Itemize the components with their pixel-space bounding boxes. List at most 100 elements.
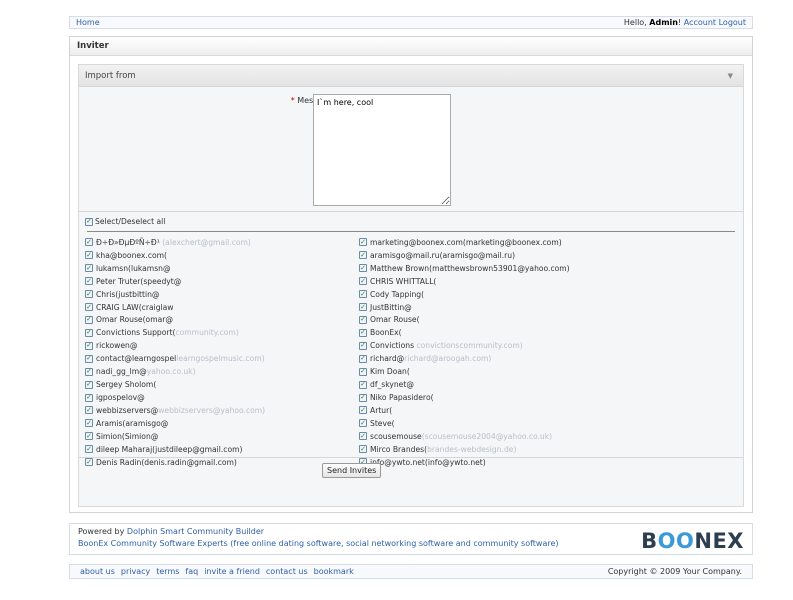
panel-title: Inviter: [70, 37, 752, 56]
contact-item[interactable]: ✓ Niko Papasiderо(: [359, 391, 649, 404]
contact-item[interactable]: ✓ Cody Tapping(: [359, 288, 649, 301]
boonex-experts-link[interactable]: BoonEx Community Software Experts: [78, 539, 228, 548]
logout-link[interactable]: Logout: [719, 18, 746, 27]
select-all-row[interactable]: ✓ Select/Deselect all: [85, 217, 165, 226]
divider: [79, 457, 743, 458]
contact-checkbox[interactable]: ✓: [359, 367, 367, 376]
contact-checkbox[interactable]: ✓: [85, 445, 93, 454]
contact-item[interactable]: ✓ Steve(: [359, 417, 649, 430]
footer-link[interactable]: privacy: [121, 567, 150, 576]
contact-checkbox[interactable]: ✓: [85, 328, 93, 337]
contact-item[interactable]: ✓ igpospelov@: [85, 391, 375, 404]
contact-checkbox[interactable]: ✓: [359, 432, 367, 441]
contact-checkbox[interactable]: ✓: [85, 393, 93, 402]
contact-item[interactable]: ✓ lukamsn(lukamsn@: [85, 262, 375, 275]
dolphin-link[interactable]: Dolphin Smart Community Builder: [127, 527, 264, 536]
contact-label: Denis Radin(denis.radin@gmail.com): [96, 457, 237, 467]
contact-item[interactable]: ✓ Simion(Simion@: [85, 430, 375, 443]
contact-checkbox[interactable]: ✓: [85, 238, 93, 247]
contact-item[interactable]: ✓ richard@richard@aroogah.com): [359, 352, 649, 365]
contact-item[interactable]: ✓ JustBittin@: [359, 301, 649, 314]
boonex-logo[interactable]: BOONEX: [641, 529, 744, 553]
contact-checkbox[interactable]: ✓: [359, 341, 367, 350]
contact-checkbox[interactable]: ✓: [359, 264, 367, 273]
contact-item[interactable]: ✓ Ð÷Ð»ÐµÐºÑ÷Ð¹ (alexchert@gmail.com): [85, 236, 375, 249]
send-invites-button[interactable]: Send Invites: [322, 463, 382, 478]
contact-checkbox[interactable]: ✓: [359, 406, 367, 415]
import-header[interactable]: Import from ▼: [79, 65, 743, 87]
contact-checkbox[interactable]: ✓: [85, 277, 93, 286]
contact-checkbox[interactable]: ✓: [85, 290, 93, 299]
home-link[interactable]: Home: [76, 18, 100, 27]
contact-item[interactable]: ✓ rickowen@: [85, 339, 375, 352]
contact-checkbox[interactable]: ✓: [359, 445, 367, 454]
contact-checkbox[interactable]: ✓: [85, 315, 93, 324]
contact-item[interactable]: ✓ Convictions Support(community.com): [85, 326, 375, 339]
contact-label: marketing@boonex.com(marketing@boonex.co…: [370, 237, 562, 247]
contact-checkbox[interactable]: ✓: [85, 432, 93, 441]
footer-link[interactable]: about us: [80, 567, 115, 576]
contact-checkbox[interactable]: ✓: [85, 341, 93, 350]
contact-item[interactable]: ✓ BoonEx(: [359, 326, 649, 339]
contact-item[interactable]: ✓ Convictions convictionscommunity.com): [359, 339, 649, 352]
footer-link[interactable]: terms: [156, 567, 179, 576]
contact-item[interactable]: ✓ Aramis(aramisgo@: [85, 417, 375, 430]
account-link[interactable]: Account: [684, 18, 716, 27]
contact-item[interactable]: ✓ Kim Doan(: [359, 365, 649, 378]
footer-link[interactable]: faq: [185, 567, 198, 576]
contact-checkbox[interactable]: ✓: [359, 354, 367, 363]
contact-checkbox[interactable]: ✓: [359, 290, 367, 299]
contact-checkbox[interactable]: ✓: [85, 419, 93, 428]
contact-item[interactable]: ✓ Mirco Brandes(brandes-webdesign.de): [359, 443, 649, 456]
contact-checkbox[interactable]: ✓: [359, 328, 367, 337]
contact-item[interactable]: ✓ kha@boonex.com(: [85, 249, 375, 262]
contact-item[interactable]: ✓ contact@learngospellearngospelmusic.com…: [85, 352, 375, 365]
contact-checkbox[interactable]: ✓: [359, 380, 367, 389]
contact-item[interactable]: ✓ Chris(justbittin@: [85, 288, 375, 301]
contact-checkbox[interactable]: ✓: [85, 406, 93, 415]
message-textarea[interactable]: I`m here, cool: [313, 94, 451, 206]
contact-item[interactable]: ✓ scousemouse(scousemouse2004@yahoo.co.uk…: [359, 430, 649, 443]
contact-checkbox[interactable]: ✓: [85, 264, 93, 273]
contact-item[interactable]: ✓ marketing@boonex.com(marketing@boonex.c…: [359, 236, 649, 249]
contact-checkbox[interactable]: ✓: [85, 354, 93, 363]
footer-link[interactable]: invite a friend: [204, 567, 260, 576]
contact-checkbox[interactable]: ✓: [85, 303, 93, 312]
contact-checkbox[interactable]: ✓: [359, 393, 367, 402]
chevron-down-icon[interactable]: ▼: [728, 65, 733, 87]
top-bar: Home Hello, Admin! Account Logout: [69, 16, 753, 29]
contact-label: Niko Papasiderо(: [370, 393, 434, 403]
contact-item[interactable]: ✓ aramisgo@mail.ru(aramisgo@mail.ru): [359, 249, 649, 262]
contact-item[interactable]: ✓ Matthew Brown(matthewsbrown53901@yahoo.…: [359, 262, 649, 275]
contact-checkbox[interactable]: ✓: [359, 238, 367, 247]
contact-checkbox[interactable]: ✓: [359, 419, 367, 428]
contact-item[interactable]: ✓ CRAIG LAW(craiglaw: [85, 301, 375, 314]
contact-item[interactable]: ✓ nadi_gg_lm@yahoo.co.uk): [85, 365, 375, 378]
contact-item[interactable]: ✓ df_skynet@: [359, 378, 649, 391]
contacts-list: ✓ Ð÷Ð»ÐµÐºÑ÷Ð¹ (alexchert@gmail.com) ✓ kha@…: [85, 236, 735, 467]
contact-item[interactable]: ✓ Omar Rouse(: [359, 314, 649, 327]
select-all-checkbox[interactable]: ✓: [85, 217, 93, 226]
contact-checkbox[interactable]: ✓: [359, 303, 367, 312]
contact-label: Convictions convictionscommunity.com): [370, 341, 523, 351]
contact-item[interactable]: ✓ Artur(: [359, 404, 649, 417]
contact-item[interactable]: ✓ Sergey Sholom(: [85, 378, 375, 391]
contact-label: Omar Rouse(omar@: [96, 315, 173, 325]
footer-link[interactable]: contact us: [266, 567, 308, 576]
contact-label: Matthew Brown(matthewsbrown53901@yahoo.c…: [370, 263, 570, 273]
contact-label: igpospelov@: [96, 393, 145, 403]
contact-item[interactable]: ✓ webbizservers@webbizservers@yahoo.com): [85, 404, 375, 417]
contact-item[interactable]: ✓ CHRIS WHITTALL(: [359, 275, 649, 288]
contact-item[interactable]: ✓ Omar Rouse(omar@: [85, 314, 375, 327]
contact-checkbox[interactable]: ✓: [85, 380, 93, 389]
contact-checkbox[interactable]: ✓: [359, 277, 367, 286]
contact-checkbox[interactable]: ✓: [85, 251, 93, 260]
contact-checkbox[interactable]: ✓: [85, 367, 93, 376]
contact-checkbox[interactable]: ✓: [359, 315, 367, 324]
contact-label: Kim Doan(: [370, 367, 410, 377]
footer-link[interactable]: bookmark: [314, 567, 354, 576]
contact-checkbox[interactable]: ✓: [359, 251, 367, 260]
contact-item[interactable]: ✓ dileep Maharaj(justdileep@gmail.com): [85, 443, 375, 456]
contact-checkbox[interactable]: ✓: [85, 458, 93, 467]
contact-item[interactable]: ✓ Peter Truter(speedyt@: [85, 275, 375, 288]
